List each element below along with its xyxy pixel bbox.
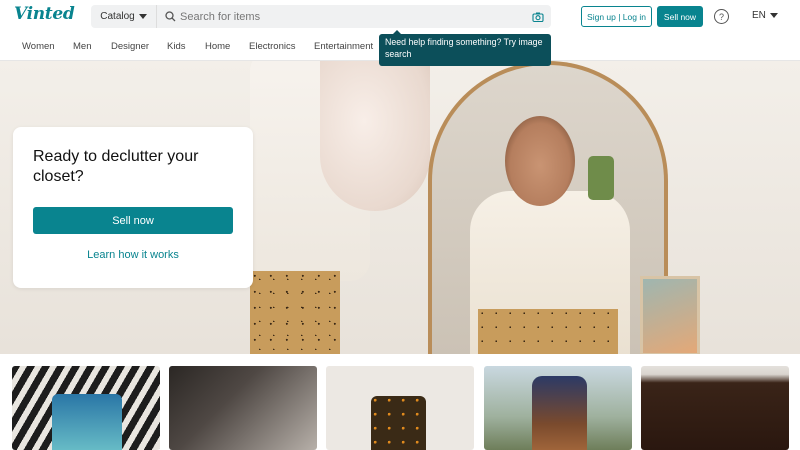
image-search-tooltip: Need help finding something? Try image s… <box>379 30 551 66</box>
category-entertainment[interactable]: Entertainment <box>314 41 373 52</box>
hero-image-artwork <box>640 276 700 354</box>
catalog-dropdown[interactable]: Catalog <box>91 5 157 28</box>
language-selector[interactable]: EN <box>752 10 778 21</box>
chevron-down-icon <box>138 14 147 19</box>
vinted-logo[interactable]: Vinted <box>14 4 75 24</box>
camera-icon[interactable] <box>532 10 544 23</box>
item-card[interactable] <box>326 366 474 450</box>
item-image <box>532 376 587 450</box>
sell-now-header-button[interactable]: Sell now <box>657 6 703 27</box>
sell-now-button[interactable]: Sell now <box>33 207 233 234</box>
item-card[interactable] <box>641 366 789 450</box>
category-women[interactable]: Women <box>22 41 55 52</box>
hero-image-arm <box>320 61 430 211</box>
category-electronics[interactable]: Electronics <box>249 41 295 52</box>
header: Vinted Catalog Sign up | Log in Sell now… <box>0 0 800 33</box>
hero-image-person-skirt <box>478 309 618 354</box>
hero-image-leopard-skirt <box>250 271 340 354</box>
item-card[interactable] <box>12 366 160 450</box>
search-icon <box>165 11 176 22</box>
category-kids[interactable]: Kids <box>167 41 185 52</box>
signup-login-button[interactable]: Sign up | Log in <box>581 6 652 27</box>
hero-image-phone <box>588 156 614 200</box>
catalog-label: Catalog <box>100 11 135 22</box>
hero-title: Ready to declutter your closet? <box>33 148 199 185</box>
item-card[interactable] <box>169 366 317 450</box>
search-bar: Catalog <box>91 5 551 28</box>
search-input[interactable] <box>180 10 520 23</box>
learn-how-it-works-link[interactable]: Learn how it works <box>33 249 233 261</box>
category-designer[interactable]: Designer <box>111 41 149 52</box>
item-card[interactable] <box>484 366 632 450</box>
item-image <box>371 396 426 450</box>
help-icon[interactable]: ? <box>714 9 729 24</box>
hero-image-person-head <box>505 116 575 206</box>
item-image <box>52 394 122 450</box>
hero-card: Ready to declutter your closet? Sell now… <box>13 127 253 288</box>
language-label: EN <box>752 10 766 21</box>
chevron-down-icon <box>769 13 778 18</box>
category-home[interactable]: Home <box>205 41 230 52</box>
category-men[interactable]: Men <box>73 41 91 52</box>
